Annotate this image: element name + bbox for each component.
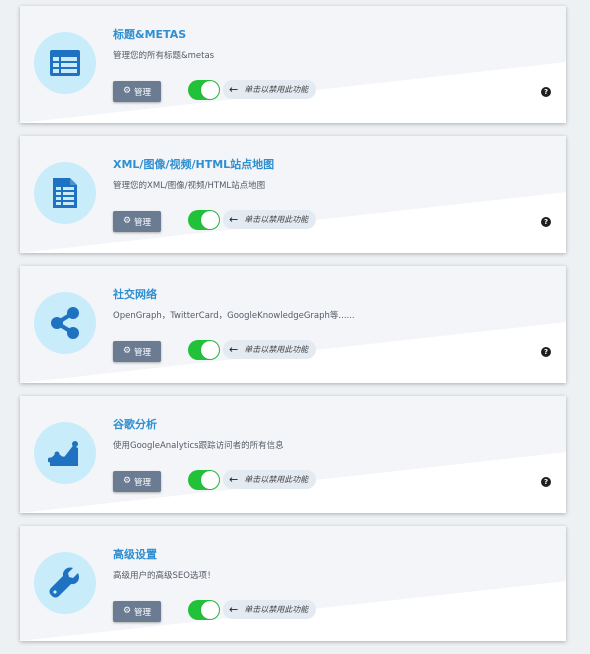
arrow-left-icon: ← [229, 83, 239, 96]
disable-hint: ← 单击以禁用此功能 [223, 210, 317, 229]
manage-button-label: 管理 [134, 477, 152, 488]
card-title: XML/图像/视频/HTML站点地图 [113, 158, 275, 171]
feature-toggle[interactable] [188, 340, 220, 360]
manage-button-label: 管理 [134, 607, 152, 618]
manage-button[interactable]: ⚙ 管理 [113, 601, 161, 622]
hint-text: 单击以禁用此功能 [244, 85, 309, 94]
card-title: 高级设置 [113, 548, 157, 561]
gear-icon: ⚙ [122, 606, 132, 616]
card-title: 标题&METAS [113, 28, 187, 41]
card-description: 使用GoogleAnalytics跟踪访问者的所有信息 [113, 441, 284, 451]
card-description: 管理您的XML/图像/视频/HTML站点地图 [113, 181, 266, 191]
hint-text: 单击以禁用此功能 [244, 215, 309, 224]
chart-icon [34, 422, 96, 484]
manage-button[interactable]: ⚙ 管理 [113, 341, 161, 362]
arrow-left-icon: ← [229, 603, 239, 616]
feature-toggle[interactable] [188, 80, 220, 100]
feature-toggle[interactable] [188, 210, 220, 230]
toggle-knob [201, 81, 219, 99]
card-description: 管理您的所有标题&metas [113, 51, 215, 61]
feature-card-list: 标题&METAS 管理您的所有标题&metas ⚙ 管理 ← 单击以禁用此功能 … [20, 6, 566, 654]
gear-icon: ⚙ [122, 216, 132, 226]
toggle-knob [201, 471, 219, 489]
feature-card-social: 社交网络 OpenGraph，TwitterCard，GoogleKnowled… [20, 266, 566, 383]
feature-card-titles-metas: 标题&METAS 管理您的所有标题&metas ⚙ 管理 ← 单击以禁用此功能 … [20, 6, 566, 123]
feature-toggle[interactable] [188, 470, 220, 490]
card-title: 谷歌分析 [113, 418, 157, 431]
manage-button-label: 管理 [134, 347, 152, 358]
manage-button-label: 管理 [134, 87, 152, 98]
hint-text: 单击以禁用此功能 [244, 345, 309, 354]
arrow-left-icon: ← [229, 213, 239, 226]
toggle-knob [201, 601, 219, 619]
help-icon[interactable]: ? [541, 347, 551, 357]
manage-button[interactable]: ⚙ 管理 [113, 211, 161, 232]
manage-button-label: 管理 [134, 217, 152, 228]
feature-card-advanced: 高级设置 高级用户的高级SEO选项！ ⚙ 管理 ← 单击以禁用此功能 [20, 526, 566, 641]
card-description: OpenGraph，TwitterCard，GoogleKnowledgeGra… [113, 311, 355, 321]
hint-text: 单击以禁用此功能 [244, 475, 309, 484]
manage-button[interactable]: ⚙ 管理 [113, 81, 161, 102]
feature-card-sitemap: XML/图像/视频/HTML站点地图 管理您的XML/图像/视频/HTML站点地… [20, 136, 566, 253]
help-icon[interactable]: ? [541, 87, 551, 97]
disable-hint: ← 单击以禁用此功能 [223, 80, 317, 99]
help-icon[interactable]: ? [541, 477, 551, 487]
disable-hint: ← 单击以禁用此功能 [223, 600, 317, 619]
card-title: 社交网络 [113, 288, 157, 301]
wrench-icon [34, 552, 96, 614]
share-icon [34, 292, 96, 354]
table-icon [34, 32, 96, 94]
manage-button[interactable]: ⚙ 管理 [113, 471, 161, 492]
gear-icon: ⚙ [122, 476, 132, 486]
document-icon [34, 162, 96, 224]
feature-card-analytics: 谷歌分析 使用GoogleAnalytics跟踪访问者的所有信息 ⚙ 管理 ← … [20, 396, 566, 513]
disable-hint: ← 单击以禁用此功能 [223, 470, 317, 489]
toggle-knob [201, 211, 219, 229]
feature-toggle[interactable] [188, 600, 220, 620]
gear-icon: ⚙ [122, 346, 132, 356]
disable-hint: ← 单击以禁用此功能 [223, 340, 317, 359]
arrow-left-icon: ← [229, 343, 239, 356]
arrow-left-icon: ← [229, 473, 239, 486]
hint-text: 单击以禁用此功能 [244, 605, 309, 614]
toggle-knob [201, 341, 219, 359]
card-description: 高级用户的高级SEO选项！ [113, 571, 216, 581]
gear-icon: ⚙ [122, 86, 132, 96]
help-icon[interactable]: ? [541, 217, 551, 227]
